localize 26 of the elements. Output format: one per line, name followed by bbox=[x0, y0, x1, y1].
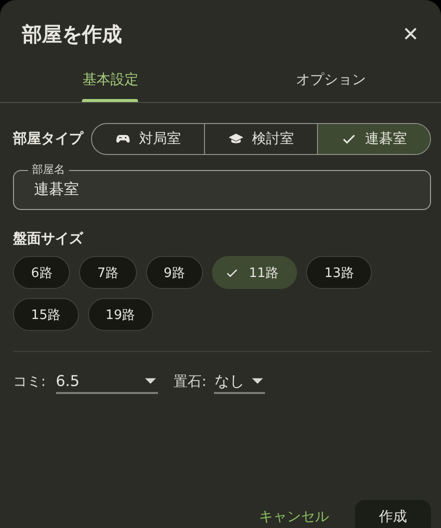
tab[interactable]: オプション bbox=[220, 58, 441, 102]
room-name-field[interactable]: 部屋名 連碁室 bbox=[13, 163, 431, 210]
handicap-label: 置石: bbox=[174, 373, 206, 391]
komi-select[interactable]: 6.5 bbox=[56, 370, 158, 394]
board-size-chip[interactable]: 6路 bbox=[13, 256, 70, 289]
board-size-chip[interactable]: 13路 bbox=[306, 256, 372, 289]
handicap-select[interactable]: なし bbox=[214, 370, 266, 394]
komi-label: コミ: bbox=[13, 373, 46, 391]
board-size-chip[interactable]: 19路 bbox=[88, 298, 154, 331]
create-button[interactable]: 作成 bbox=[355, 500, 431, 528]
room-type-option[interactable]: 連碁室 bbox=[317, 124, 430, 154]
board-size-chip[interactable]: 15路 bbox=[13, 298, 79, 331]
field-label: 部屋名 bbox=[31, 163, 66, 177]
cancel-button[interactable]: キャンセル bbox=[253, 500, 335, 528]
board-size-label: 盤面サイズ bbox=[13, 230, 84, 248]
room-type-label: 部屋タイプ bbox=[13, 130, 83, 148]
board-size-chip[interactable]: 9路 bbox=[146, 256, 203, 289]
close-button[interactable]: ✕ bbox=[400, 22, 421, 46]
caret-icon bbox=[252, 378, 264, 384]
dialog-title: 部屋を作成 bbox=[22, 20, 122, 48]
room-name-input[interactable]: 連碁室 bbox=[34, 177, 114, 198]
room-type-option[interactable]: 対局室 bbox=[92, 124, 204, 154]
tab[interactable]: 基本設定 bbox=[0, 58, 220, 102]
caret-icon bbox=[144, 378, 156, 384]
board-size-chip[interactable]: 7路 bbox=[79, 256, 137, 289]
board-size-chip[interactable]: 11路 bbox=[212, 256, 298, 289]
